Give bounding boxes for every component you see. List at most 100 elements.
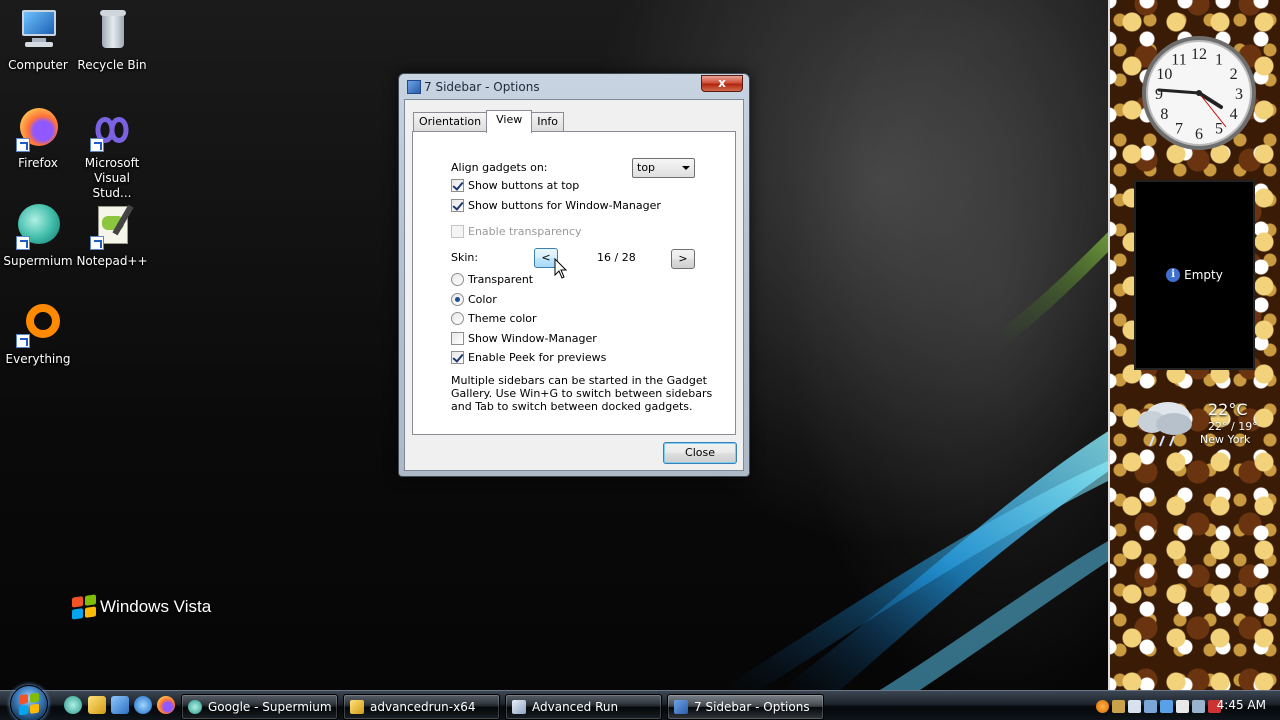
quicklaunch-folder-icon[interactable]: [88, 696, 106, 714]
enable-transparency-checkbox: [451, 225, 464, 238]
desktop-icon-visual-studio[interactable]: Microsoft Visual Stud...: [74, 104, 150, 201]
sidebar-app-icon: [407, 79, 421, 94]
computer-icon: [14, 6, 62, 54]
mouse-cursor-icon: [554, 258, 568, 279]
close-button[interactable]: Close: [663, 442, 737, 464]
taskbar-button-advancedrun-folder[interactable]: advancedrun-x64: [343, 694, 500, 720]
radio-transparent[interactable]: [451, 273, 464, 286]
show-buttons-top-checkbox[interactable]: [451, 179, 464, 192]
radio-transparent-label: Transparent: [468, 273, 534, 286]
weather-range: 22° / 19°: [1208, 420, 1258, 433]
enable-transparency-label: Enable transparency: [468, 225, 582, 238]
windows-flag-icon: [19, 692, 39, 716]
weather-city: New York: [1200, 433, 1251, 446]
recycle-bin-icon: [88, 6, 136, 54]
taskbar-button-label: Advanced Run: [532, 700, 619, 714]
desktop-icon-label: Firefox: [18, 156, 58, 170]
show-window-manager-label: Show Window-Manager: [468, 332, 597, 345]
desktop-icon-firefox[interactable]: Firefox: [0, 104, 76, 171]
start-button[interactable]: [10, 685, 48, 720]
weather-gadget[interactable]: 22°C 22° / 19° New York: [1134, 396, 1274, 456]
taskbar-button-sidebar-options[interactable]: 7 Sidebar - Options: [667, 694, 824, 720]
taskbar-button-supermium[interactable]: Google - Supermium: [181, 694, 338, 720]
show-buttons-top-label: Show buttons at top: [468, 179, 580, 192]
clock-number: 10: [1156, 66, 1172, 83]
show-window-manager-option[interactable]: Show Window-Manager: [451, 332, 597, 345]
display-tray-icon[interactable]: [1144, 699, 1157, 713]
advanced-run-icon: [512, 700, 526, 714]
quicklaunch-show-desktop-icon[interactable]: [111, 696, 129, 714]
chevron-down-icon: [682, 166, 690, 170]
skin-next-button[interactable]: >: [671, 249, 695, 269]
clock-number: 2: [1230, 66, 1238, 83]
clock-number: 12: [1191, 46, 1207, 63]
clock-number: 8: [1160, 106, 1168, 123]
skin-label: Skin:: [451, 251, 479, 264]
flag-tray-icon[interactable]: [1176, 699, 1189, 713]
help-text: Multiple sidebars can be started in the …: [451, 374, 713, 413]
show-buttons-wm-label: Show buttons for Window-Manager: [468, 199, 661, 212]
weather-temperature: 22°C: [1208, 400, 1248, 419]
show-buttons-top-option[interactable]: Show buttons at top: [451, 179, 579, 192]
quicklaunch-supermium-icon[interactable]: [64, 696, 82, 714]
tab-strip: Orientation View Info: [413, 110, 565, 133]
desktop-icon-everything[interactable]: Everything: [0, 300, 76, 367]
desktop-icon-notepad-plus-plus[interactable]: Notepad++: [74, 202, 150, 269]
taskbar: Google - Supermium advancedrun-x64 Advan…: [0, 685, 1280, 720]
desktop-icon-recycle-bin[interactable]: Recycle Bin: [74, 6, 150, 73]
monitor-tray-icon[interactable]: [1192, 699, 1205, 713]
clock-gadget[interactable]: 12 1234567891011: [1140, 34, 1258, 152]
taskbar-button-label: advancedrun-x64: [370, 700, 476, 714]
empty-gadget[interactable]: i Empty: [1134, 180, 1255, 370]
desktop-icon-label: Recycle Bin: [77, 58, 147, 72]
taskbar-clock[interactable]: 4:45 AM: [1217, 698, 1266, 712]
desktop-icon-computer[interactable]: Computer: [0, 6, 76, 73]
tab-info[interactable]: Info: [531, 112, 565, 132]
windows-flag-icon: [72, 594, 96, 620]
taskbar-button-advanced-run[interactable]: Advanced Run: [505, 694, 662, 720]
show-window-manager-checkbox[interactable]: [451, 332, 464, 345]
info-icon: i: [1166, 268, 1181, 282]
dialog-client: Orientation View Info Align gadgets on: …: [404, 99, 744, 471]
desktop-icon-label: Microsoft Visual Stud...: [84, 156, 140, 200]
sidebar-app-icon: [674, 700, 688, 714]
clock-number: 1: [1215, 51, 1223, 68]
desktop-icon-label: Computer: [8, 58, 68, 72]
quicklaunch-internet-explorer-icon[interactable]: [134, 696, 152, 714]
windows-vista-logo: Windows Vista: [72, 594, 211, 620]
clock-number: 3: [1235, 86, 1243, 103]
supermium-icon: [188, 700, 202, 714]
align-gadgets-value: top: [637, 161, 656, 174]
enable-peek-option[interactable]: Enable Peek for previews: [451, 351, 606, 364]
everything-search-icon: [14, 300, 62, 348]
window-close-button[interactable]: x: [701, 75, 743, 92]
network-tray-icon[interactable]: [1160, 699, 1173, 713]
radio-theme-color-label: Theme color: [468, 312, 537, 325]
desktop-icon-label: Supermium: [3, 254, 73, 268]
radio-theme-color[interactable]: [451, 312, 464, 325]
firefox-icon: [14, 104, 62, 152]
tab-view[interactable]: View: [486, 110, 533, 133]
skin-counter: 16 / 28: [597, 251, 636, 264]
enable-peek-label: Enable Peek for previews: [468, 351, 607, 364]
enable-transparency-option: Enable transparency: [451, 225, 582, 238]
cloud-rain-icon: [1138, 402, 1192, 447]
clock-number: 5: [1215, 121, 1223, 138]
empty-gadget-label: Empty: [1184, 268, 1223, 282]
sidebar-tray-icon[interactable]: [1128, 699, 1141, 713]
dialog-titlebar[interactable]: 7 Sidebar - Options x: [399, 74, 749, 99]
show-buttons-wm-checkbox[interactable]: [451, 199, 464, 212]
radio-transparent-option[interactable]: Transparent: [451, 273, 533, 286]
clock-number: 11: [1171, 51, 1186, 68]
radio-color-option[interactable]: Color: [451, 293, 497, 306]
show-buttons-wm-option[interactable]: Show buttons for Window-Manager: [451, 199, 661, 212]
desktop-icon-supermium[interactable]: Supermium: [0, 202, 76, 269]
radio-theme-color-option[interactable]: Theme color: [451, 312, 537, 325]
radio-color[interactable]: [451, 293, 464, 306]
enable-peek-checkbox[interactable]: [451, 351, 464, 364]
quicklaunch-firefox-icon[interactable]: [157, 696, 175, 714]
gear-tray-icon[interactable]: [1112, 699, 1125, 713]
align-gadgets-select[interactable]: top: [632, 158, 695, 178]
tab-orientation[interactable]: Orientation: [413, 112, 488, 132]
search-tray-icon[interactable]: [1096, 699, 1109, 713]
